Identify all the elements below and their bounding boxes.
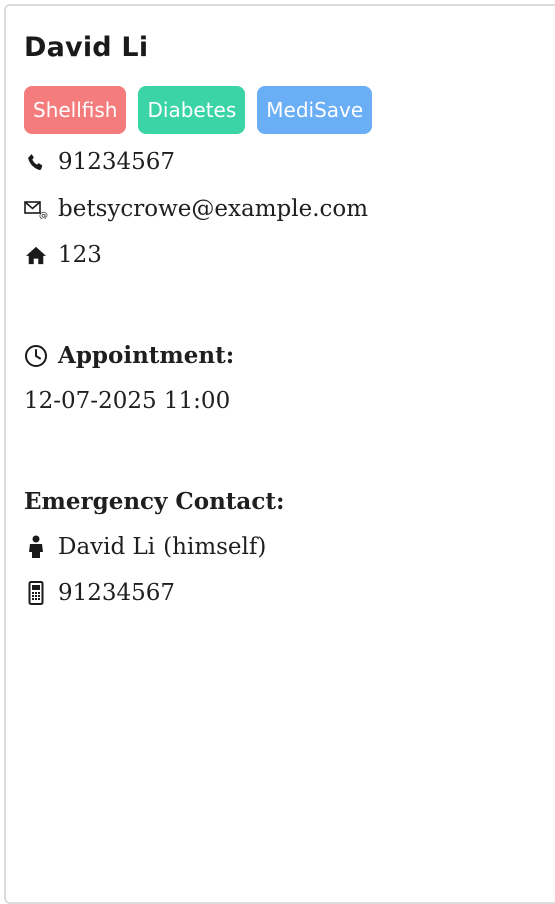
patient-email-row: @ betsycrowe@example.com <box>24 196 368 222</box>
emergency-contact-phone: 91234567 <box>58 580 176 606</box>
emergency-contact-heading: Emergency Contact: <box>24 488 285 515</box>
tag-payment: MediSave <box>257 86 373 134</box>
home-icon <box>24 243 48 267</box>
emergency-contact-name: David Li <box>58 534 156 560</box>
mobile-phone-icon <box>24 581 48 605</box>
patient-phone-row: 91234567 <box>24 149 175 175</box>
patient-phone: 91234567 <box>58 149 176 175</box>
patient-tags: Shellfish Diabetes MediSave <box>24 86 373 134</box>
svg-text:@: @ <box>39 211 48 219</box>
patient-name: David Li <box>24 32 149 63</box>
appointment-datetime: 12-07-2025 11:00 <box>24 388 231 414</box>
tag-allergy: Shellfish <box>24 86 127 134</box>
emergency-contact-name-row: David Li (himself) <box>24 534 266 560</box>
appointment-heading: Appointment: <box>58 342 235 369</box>
patient-address-row: 123 <box>24 242 102 268</box>
phone-icon <box>24 150 48 174</box>
emergency-contact-phone-row: 91234567 <box>24 580 175 606</box>
email-icon: @ <box>24 197 48 221</box>
emergency-contact-relationship: (himself) <box>163 534 267 560</box>
appointment-heading-row: Appointment: <box>24 342 234 369</box>
patient-card[interactable]: David Li Shellfish Diabetes MediSave 912… <box>4 4 555 904</box>
clock-icon <box>24 344 48 368</box>
patient-email: betsycrowe@example.com <box>58 196 369 222</box>
person-icon <box>24 535 48 559</box>
appointment-datetime-row: 12-07-2025 11:00 <box>24 388 230 414</box>
patient-address: 123 <box>58 242 102 268</box>
emergency-contact-heading-row: Emergency Contact: <box>24 488 284 515</box>
tag-condition: Diabetes <box>138 86 246 134</box>
